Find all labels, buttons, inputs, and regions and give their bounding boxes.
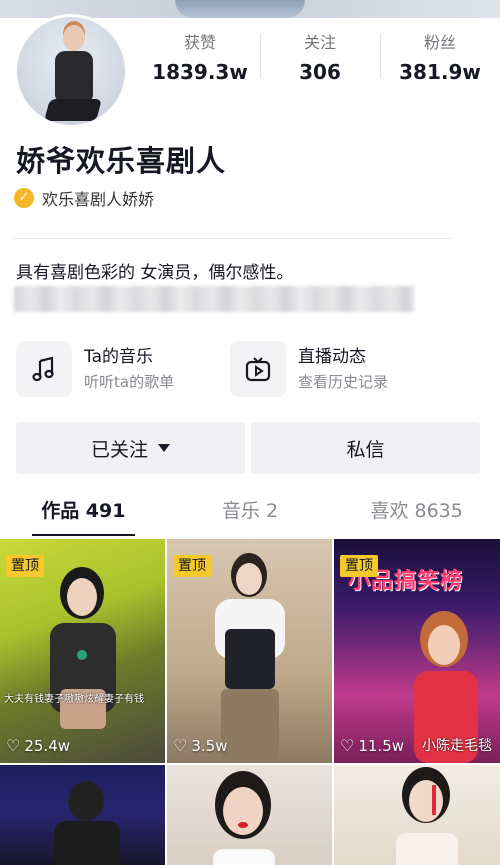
followed-label: 已关注 xyxy=(90,438,148,461)
music-entry[interactable]: Ta的音乐 听听ta的歌单 xyxy=(16,340,174,398)
video-caption: 大夫有钱妻子嗷嗷炫耀妻子有钱 xyxy=(4,694,144,705)
likes-count: 11.5w xyxy=(358,736,405,755)
tv-icon xyxy=(230,341,286,397)
tab-music[interactable]: 音乐 2 xyxy=(167,494,334,534)
verified-check-icon: ✓ xyxy=(14,188,34,208)
stat-label: 关注 xyxy=(303,33,336,52)
likes-count: 3.5w xyxy=(191,736,228,755)
stat-following[interactable]: 关注 306 xyxy=(260,32,380,92)
thumbnail-person-art xyxy=(396,767,458,865)
blurred-bio-line xyxy=(14,286,414,312)
thumbnail-person-art xyxy=(215,553,285,763)
video-thumbnail[interactable] xyxy=(167,765,332,865)
thumbnail-person-art xyxy=(54,781,120,865)
content-tabs: 作品 491 音乐 2 喜欢 8635 xyxy=(0,494,500,536)
caret-down-icon xyxy=(158,444,170,452)
video-likes: ♡ 11.5w xyxy=(340,736,404,755)
video-thumbnail[interactable]: 置顶 ♡ 3.5w xyxy=(167,539,332,763)
thumbnail-person-art xyxy=(50,567,116,729)
music-subtitle: 听听ta的歌单 xyxy=(84,373,175,391)
avatar-body xyxy=(55,51,93,101)
message-button[interactable]: 私信 xyxy=(251,422,480,474)
video-likes: ♡ 25.4w xyxy=(6,736,70,755)
live-title: 直播动态 xyxy=(298,347,366,367)
stat-value: 306 xyxy=(299,60,341,84)
stats-row: 获赞 1839.3w 关注 306 粉丝 381.9w xyxy=(140,32,500,92)
verified-label: 欢乐喜剧人娇娇 xyxy=(42,190,155,209)
video-thumbnail[interactable] xyxy=(334,765,500,865)
profile-name: 娇爷欢乐喜剧人 xyxy=(16,144,227,178)
stat-value: 381.9w xyxy=(399,60,481,84)
video-thumbnail[interactable]: 小品搞笑榜 置顶 小陈走毛毯 ♡ 11.5w xyxy=(334,539,500,763)
tab-likes[interactable]: 喜欢 8635 xyxy=(333,494,500,534)
divider xyxy=(14,238,454,239)
message-label: 私信 xyxy=(346,438,385,461)
video-overlay-text: 小陈走毛毯 xyxy=(422,738,492,754)
video-thumbnail[interactable]: 置顶 大夫有钱妻子嗷嗷炫耀妻子有钱 ♡ 25.4w xyxy=(0,539,165,763)
music-note-icon xyxy=(16,341,72,397)
followed-button[interactable]: 已关注 xyxy=(16,422,245,474)
tab-works[interactable]: 作品 491 xyxy=(0,494,167,536)
profile-bio: 具有喜剧色彩的 女演员，偶尔感性。 xyxy=(16,263,294,283)
live-subtitle: 查看历史记录 xyxy=(298,373,389,391)
thumbnail-person-art xyxy=(213,771,275,865)
pinned-badge: 置顶 xyxy=(173,555,211,577)
likes-count: 25.4w xyxy=(24,736,71,755)
video-grid: 置顶 大夫有钱妻子嗷嗷炫耀妻子有钱 ♡ 25.4w 置顶 ♡ 3.5w 小品搞笑榜 … xyxy=(0,539,500,865)
verified-badge: ✓ 欢乐喜剧人娇娇 xyxy=(14,186,154,210)
heart-icon: ♡ xyxy=(173,736,188,755)
stat-label: 粉丝 xyxy=(423,33,456,52)
stat-likes[interactable]: 获赞 1839.3w xyxy=(140,32,260,92)
avatar-head xyxy=(63,25,85,51)
pinned-badge: 置顶 xyxy=(340,555,378,577)
heart-icon: ♡ xyxy=(340,736,355,755)
profile-card: 获赞 1839.3w 关注 306 粉丝 381.9w 娇爷欢乐喜剧人 ✓ 欢乐… xyxy=(0,14,500,865)
video-likes: ♡ 3.5w xyxy=(173,736,227,755)
pinned-badge: 置顶 xyxy=(6,555,44,577)
video-thumbnail[interactable] xyxy=(0,765,165,865)
live-entry[interactable]: 直播动态 查看历史记录 xyxy=(230,340,388,398)
cover-figure xyxy=(175,0,305,18)
stat-value: 1839.3w xyxy=(152,60,248,84)
music-title: Ta的音乐 xyxy=(84,347,153,367)
stat-followers[interactable]: 粉丝 381.9w xyxy=(380,32,500,92)
avatar-legs xyxy=(44,99,102,121)
stat-label: 获赞 xyxy=(183,33,216,52)
avatar[interactable] xyxy=(14,14,128,128)
heart-icon: ♡ xyxy=(6,736,21,755)
